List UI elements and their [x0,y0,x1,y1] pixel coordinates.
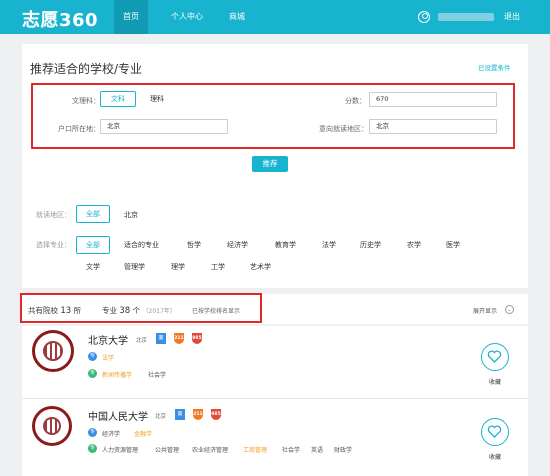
major-tag[interactable]: 财政学 [334,445,352,454]
year-label: （2017年） [142,308,176,315]
211-badge: 211 [174,333,184,344]
school-count-prefix: 共有院校 [28,306,58,315]
major-chip[interactable]: 管理学 [124,262,145,272]
major-icon: 专 [88,428,97,437]
university-city: 北京 [136,338,148,344]
major-tag[interactable]: 法学 [102,353,114,362]
score-label: 分数： [345,97,366,105]
major-chip[interactable]: 理学 [171,262,185,272]
page-title: 推荐适合的学校/专业 [30,62,143,76]
filter-major-all[interactable]: 全部 [76,236,110,254]
hukou-input[interactable]: 北京 [100,119,228,134]
university-city: 北京 [155,414,167,420]
major-tag[interactable]: 金融学 [134,429,152,438]
major-chip[interactable]: 历史学 [360,240,381,250]
university-name[interactable]: 北京大学 [88,332,128,347]
nav-mall[interactable]: 商城 [222,0,252,34]
major-icon: 专 [88,444,97,453]
211-badge: 211 [193,409,203,420]
sort-note: 已按学校排名显示 [192,308,241,315]
double-first-class-badge: 双 [175,409,185,420]
favorite-heart-icon[interactable] [481,418,509,446]
major-tag[interactable]: 新闻传播学 [102,370,132,379]
school-count-suffix: 所 [73,306,82,315]
collapse-toggle[interactable]: 展开显示 [473,306,497,315]
major-chip[interactable]: 教育学 [275,240,296,250]
major-icon: 专 [88,352,97,361]
school-count: 共有院校 13 所 [28,305,81,316]
major-tag[interactable]: 工商管理 [243,445,267,454]
favorite-label[interactable]: 收藏 [481,377,509,386]
filter-region-beijing[interactable]: 北京 [124,210,138,220]
user-name-blurred[interactable] [438,13,494,21]
set-conditions-link[interactable]: 已设置条件 [478,62,511,72]
major-count-value: 38 [119,306,131,316]
985-badge: 985 [192,333,202,344]
subject-label: 文理科： [72,97,100,105]
subject-liberal-arts-button[interactable]: 文科 [100,91,136,107]
major-chip[interactable]: 文学 [86,262,100,272]
nav-home[interactable]: 首页 [114,0,148,34]
major-chip[interactable]: 艺术学 [250,262,271,272]
major-count-prefix: 专业 [102,306,117,315]
major-tag[interactable]: 社会学 [148,370,166,379]
school-count-value: 13 [60,306,72,316]
top-navbar: 志愿360 首页 个人中心 商城 退出 [0,0,550,34]
region-input[interactable]: 北京 [369,119,497,134]
favorite-heart-icon[interactable] [481,343,509,371]
major-chip[interactable]: 工学 [211,262,225,272]
985-badge: 985 [211,409,221,420]
filter-major-label: 选择专业： [36,241,71,249]
site-logo[interactable]: 志愿360 [22,6,98,32]
chevron-down-icon[interactable]: ⌄ [505,305,514,314]
major-tag[interactable]: 农业经济管理 [192,445,228,454]
nav-personal-center[interactable]: 个人中心 [166,0,208,34]
major-count: 专业 38 个 （2017年） [102,305,176,316]
major-tag[interactable]: 英语 [311,445,323,454]
hukou-label: 户口所在地： [58,125,100,133]
double-first-class-badge: 双 [156,333,166,344]
major-tag[interactable]: 公共管理 [155,445,179,454]
major-count-suffix: 个 [132,306,141,315]
major-chip[interactable]: 农学 [407,240,421,250]
recommend-button[interactable]: 推荐 [252,156,288,172]
score-input[interactable]: 670 [369,92,497,107]
subject-science-button[interactable]: 理科 [142,91,172,107]
logout-link[interactable]: 退出 [504,0,520,34]
major-chip[interactable]: 医学 [446,240,460,250]
major-chip[interactable]: 哲学 [187,240,201,250]
major-chip[interactable]: 法学 [322,240,336,250]
major-tag[interactable]: 社会学 [282,445,300,454]
university-seal-icon [32,330,74,372]
university-name[interactable]: 中国人民大学 [88,408,148,423]
region-label: 意向就读地区： [319,125,368,133]
major-icon: 专 [88,369,97,378]
university-seal-icon [32,406,72,446]
user-icon[interactable] [418,11,430,23]
favorite-label[interactable]: 收藏 [481,452,509,461]
filter-region-label: 就读地区： [36,211,71,219]
major-chip[interactable]: 适合的专业 [124,240,159,250]
major-tag[interactable]: 人力资源管理 [102,445,138,454]
major-tag[interactable]: 经济学 [102,429,120,438]
filter-region-all[interactable]: 全部 [76,205,110,223]
major-chip[interactable]: 经济学 [227,240,248,250]
